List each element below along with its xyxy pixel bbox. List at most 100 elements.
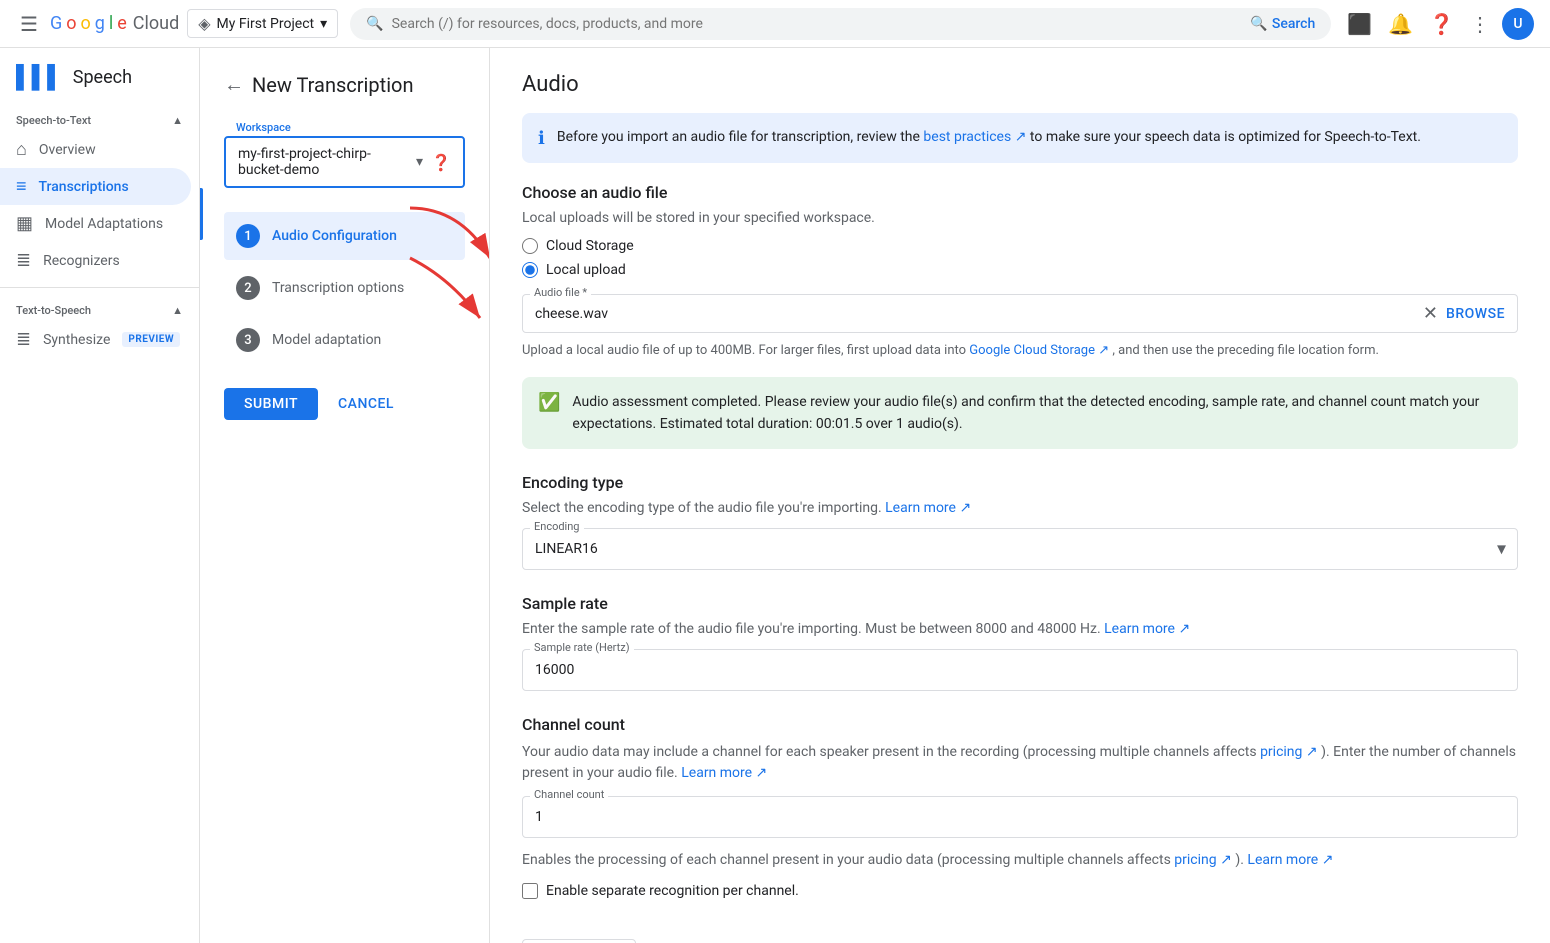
sidebar-item-overview[interactable]: ⌂ Overview [0, 131, 191, 168]
topbar-right: ⬛ 🔔 ❓ ⋮ U [1343, 8, 1534, 40]
notifications-button[interactable]: 🔔 [1384, 8, 1417, 40]
workspace-value: my-first-project-chirp-bucket-demo [238, 146, 416, 178]
encoding-select-label: Encoding [530, 520, 584, 533]
channel-count-input[interactable] [522, 796, 1518, 838]
best-practices-link[interactable]: best practices ↗ [923, 129, 1030, 145]
workspace-selector[interactable]: my-first-project-chirp-bucket-demo ▾ ❓ [224, 136, 465, 188]
search-input[interactable] [392, 16, 1243, 32]
speech-to-text-section[interactable]: Speech-to-Text ▲ [0, 106, 199, 131]
channel-count-learn-more-link[interactable]: Learn more ↗ [681, 765, 767, 781]
search-button[interactable]: 🔍 Search [1250, 16, 1315, 32]
terminal-button[interactable]: ⬛ [1343, 8, 1376, 40]
external-link-icon: ↗ [1015, 129, 1027, 145]
external-link-icon7: ↗ [1220, 852, 1232, 868]
sample-rate-title: Sample rate [522, 594, 1518, 613]
clear-file-button[interactable]: ✕ [1423, 303, 1438, 324]
step-2[interactable]: 2 Transcription options [224, 264, 465, 312]
app-layout: ▌▌▌ Speech Speech-to-Text ▲ ⌂ Overview ≡… [0, 48, 1550, 943]
pricing-link1[interactable]: pricing ↗ [1260, 744, 1321, 760]
external-link-icon6: ↗ [756, 765, 768, 781]
step-1[interactable]: 1 Audio Configuration [224, 212, 465, 260]
more-options-button[interactable]: ⋮ [1466, 8, 1494, 40]
step-3-number: 3 [236, 328, 260, 352]
chevron-up-icon: ▲ [172, 304, 183, 317]
google-logo: Google Cloud [50, 13, 179, 34]
sidebar-item-model-adaptations[interactable]: ▦ Model Adaptations [0, 205, 191, 242]
project-icon: ◈ [198, 14, 210, 33]
left-panel: ← New Transcription Workspace my-first-p… [200, 48, 490, 943]
sidebar-item-label: Synthesize [43, 332, 110, 348]
text-to-speech-section[interactable]: Text-to-Speech ▲ [0, 296, 199, 321]
home-icon: ⌂ [16, 139, 27, 160]
success-icon: ✅ [538, 392, 560, 413]
sidebar-item-transcriptions[interactable]: ≡ Transcriptions [0, 168, 191, 205]
local-upload-label: Local upload [546, 262, 626, 278]
hamburger-menu-button[interactable]: ☰ [16, 8, 42, 40]
step-2-label: Transcription options [272, 280, 404, 296]
sample-rate-label: Sample rate (Hertz) [530, 641, 634, 654]
encoding-title: Encoding type [522, 473, 1518, 492]
step-3-label: Model adaptation [272, 332, 381, 348]
sidebar-app-title: Speech [73, 67, 132, 88]
upload-hint: Upload a local audio file of up to 400MB… [522, 341, 1518, 361]
choose-audio-title: Choose an audio file [522, 183, 1518, 202]
project-dropdown-icon: ▾ [320, 16, 327, 32]
info-box: ℹ Before you import an audio file for tr… [522, 113, 1518, 163]
project-name: My First Project [217, 16, 315, 32]
info-text: Before you import an audio file for tran… [557, 127, 1421, 148]
google-cloud-storage-link[interactable]: Google Cloud Storage ↗ [969, 343, 1112, 358]
processing-learn-more-link[interactable]: Learn more ↗ [1247, 852, 1333, 868]
continue-button[interactable]: CONTINUE [522, 939, 636, 943]
encoding-select-wrap: Encoding LINEAR16 FLAC MULAW AMR AMR_WB … [522, 528, 1518, 570]
search-bar-icon: 🔍 [366, 16, 383, 32]
step-1-number: 1 [236, 224, 260, 248]
speech-app-icon: ▌▌▌ [16, 64, 63, 90]
encoding-select[interactable]: LINEAR16 FLAC MULAW AMR AMR_WB OGG_OPUS … [522, 528, 1518, 570]
external-link-icon3: ↗ [959, 500, 971, 516]
pricing-link2[interactable]: pricing ↗ [1174, 852, 1235, 868]
channel-count-title: Channel count [522, 715, 1518, 734]
workspace-selector-wrapper: Workspace my-first-project-chirp-bucket-… [224, 121, 465, 188]
processing-desc: Enables the processing of each channel p… [522, 850, 1518, 871]
step-3[interactable]: 3 Model adaptation [224, 316, 465, 364]
recognizers-icon: ≣ [16, 250, 31, 271]
sample-rate-desc: Enter the sample rate of the audio file … [522, 621, 1518, 637]
model-adaptations-icon: ▦ [16, 213, 33, 234]
project-selector[interactable]: ◈ My First Project ▾ [187, 9, 338, 38]
browse-button[interactable]: BROWSE [1446, 306, 1505, 322]
audio-section-title: Audio [522, 72, 1518, 97]
separate-recognition-checkbox[interactable] [522, 883, 538, 899]
channel-count-desc: Your audio data may include a channel fo… [522, 742, 1518, 784]
search-button-icon: 🔍 [1250, 16, 1267, 32]
audio-file-label: Audio file * [530, 286, 591, 299]
local-upload-radio[interactable] [522, 262, 538, 278]
workspace-help-icon[interactable]: ❓ [431, 153, 451, 172]
sidebar-item-recognizers[interactable]: ≣ Recognizers [0, 242, 191, 279]
local-upload-option[interactable]: Local upload [522, 262, 1518, 278]
sidebar-item-label: Model Adaptations [45, 216, 163, 232]
back-button[interactable]: ← [224, 72, 244, 97]
channel-count-label: Channel count [530, 788, 608, 801]
encoding-learn-more-link[interactable]: Learn more ↗ [885, 500, 971, 516]
topbar: ☰ Google Cloud ◈ My First Project ▾ 🔍 🔍 … [0, 0, 1550, 48]
audio-file-input[interactable] [535, 306, 1415, 322]
cancel-button[interactable]: CANCEL [326, 388, 406, 420]
file-input-row: ✕ BROWSE [522, 294, 1518, 333]
cloud-storage-option[interactable]: Cloud Storage [522, 238, 1518, 254]
cloud-storage-radio[interactable] [522, 238, 538, 254]
content-area: ← New Transcription Workspace my-first-p… [200, 48, 1550, 943]
sample-rate-learn-more-link[interactable]: Learn more ↗ [1104, 621, 1190, 637]
help-button[interactable]: ❓ [1425, 8, 1458, 40]
choose-audio-desc: Local uploads will be stored in your spe… [522, 210, 1518, 226]
submit-button[interactable]: SUBMIT [224, 388, 318, 420]
panel-title: New Transcription [252, 73, 414, 97]
avatar[interactable]: U [1502, 8, 1534, 40]
search-bar: 🔍 🔍 Search [350, 8, 1331, 40]
sample-rate-input-wrap: Sample rate (Hertz) [522, 649, 1518, 691]
success-box: ✅ Audio assessment completed. Please rev… [522, 377, 1518, 450]
preview-badge: PREVIEW [122, 332, 180, 347]
sidebar-item-label: Overview [39, 142, 96, 158]
sample-rate-input[interactable] [522, 649, 1518, 691]
external-link-icon4: ↗ [1178, 621, 1190, 637]
sidebar-item-synthesize[interactable]: ≣ Synthesize PREVIEW [0, 321, 191, 358]
